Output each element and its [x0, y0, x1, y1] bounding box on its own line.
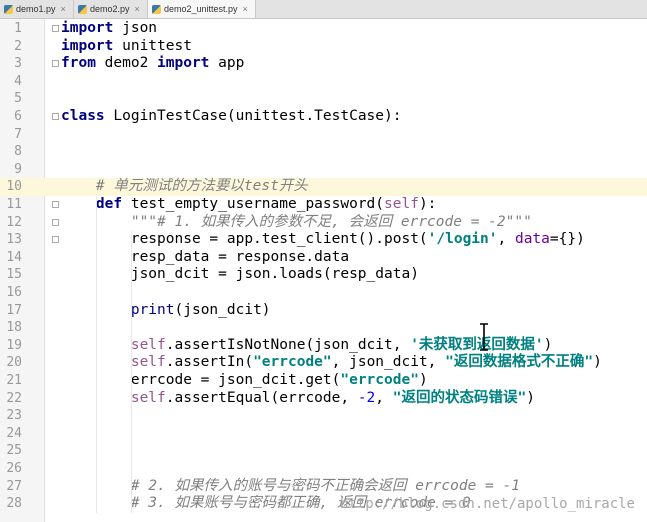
line-number: 16 — [6, 285, 22, 300]
text-cursor-icon — [480, 323, 488, 351]
line-number: 1 — [14, 21, 22, 36]
tab-label: demo1.py — [16, 4, 56, 14]
editor-tab-bar: demo1.py × demo2.py × demo2_unittest.py … — [0, 0, 647, 19]
line-number: 22 — [6, 390, 22, 406]
code-text[interactable]: import unittest — [61, 38, 192, 56]
code-line[interactable]: 17 print(json_dcit) — [0, 302, 647, 320]
fold-icon[interactable] — [52, 113, 59, 120]
line-number: 19 — [6, 337, 22, 353]
tab-demo1[interactable]: demo1.py × — [0, 0, 74, 18]
line-number: 2 — [14, 38, 22, 54]
tab-demo2[interactable]: demo2.py × — [74, 0, 148, 18]
code-line[interactable]: 12 """# 1. 如果传入的参数不足, 会返回 errcode = -2""… — [0, 214, 647, 232]
code-line[interactable]: 11 def test_empty_username_password(self… — [0, 196, 647, 214]
watermark: http://blog.csdn.net/apollo_miracle — [339, 496, 635, 512]
line-number: 14 — [6, 249, 22, 265]
line-number: 6 — [14, 109, 22, 124]
python-file-icon — [78, 4, 87, 14]
line-number: 12 — [6, 214, 22, 230]
line-number: 26 — [6, 461, 22, 476]
code-line[interactable]: 16 — [0, 284, 647, 302]
close-tab-icon[interactable]: × — [135, 4, 140, 14]
line-number: 5 — [14, 91, 22, 107]
line-number: 15 — [6, 267, 22, 283]
line-number: 21 — [6, 373, 22, 388]
code-line[interactable]: 14 resp_data = response.data — [0, 249, 647, 267]
line-number: 10 — [6, 179, 22, 195]
code-line[interactable]: 9 — [0, 161, 647, 179]
fold-icon[interactable] — [52, 218, 59, 226]
code-text[interactable]: # 单元测试的方法要以test开头 — [61, 178, 308, 196]
code-line[interactable]: 2 import unittest — [0, 38, 647, 56]
close-tab-icon[interactable]: × — [243, 4, 248, 14]
line-number: 17 — [6, 302, 22, 318]
line-number: 25 — [6, 443, 22, 459]
line-number: 18 — [6, 320, 22, 336]
code-line[interactable]: 27 # 2. 如果传入的账号与密码不正确会返回 errcode = -1 — [0, 478, 647, 496]
code-line[interactable]: 13 response = app.test_client().post('/l… — [0, 231, 647, 249]
code-text[interactable]: resp_data = response.data — [61, 249, 349, 267]
code-text[interactable]: self.assertIn("errcode", json_dcit, "返回数… — [61, 354, 602, 372]
python-file-icon — [4, 4, 13, 14]
code-text[interactable]: """# 1. 如果传入的参数不足, 会返回 errcode = -2""" — [61, 214, 532, 232]
code-line[interactable]: 18 — [0, 319, 647, 337]
code-line[interactable]: 15 json_dcit = json.loads(resp_data) — [0, 266, 647, 284]
code-line[interactable]: 6 class LoginTestCase(unittest.TestCase): — [0, 108, 647, 126]
code-line[interactable]: 1 import json — [0, 20, 647, 38]
code-text[interactable]: self.assertEqual(errcode, -2, "返回的状态码错误"… — [61, 390, 535, 408]
code-text[interactable]: from demo2 import app — [61, 55, 244, 73]
code-line[interactable]: 4 — [0, 73, 647, 91]
indent-guide — [96, 196, 97, 513]
indent-guide — [131, 231, 132, 513]
code-text[interactable]: # 2. 如果传入的账号与密码不正确会返回 errcode = -1 — [61, 478, 520, 496]
tab-label: demo2.py — [90, 4, 130, 14]
line-number: 3 — [14, 56, 22, 72]
line-number: 27 — [6, 478, 22, 494]
line-number: 24 — [6, 425, 22, 441]
code-line[interactable]: 20 self.assertIn("errcode", json_dcit, "… — [0, 354, 647, 372]
code-editor[interactable]: 1 import json 2 import unittest 3 from demo2 … — [0, 19, 647, 522]
line-number: 13 — [6, 232, 22, 248]
fold-icon[interactable] — [52, 236, 59, 244]
close-tab-icon[interactable]: × — [61, 4, 66, 14]
line-number: 7 — [14, 126, 22, 142]
tab-label: demo2_unittest.py — [164, 4, 238, 14]
python-file-icon — [152, 4, 161, 14]
code-line[interactable]: 24 — [0, 425, 647, 443]
line-number: 8 — [14, 144, 22, 160]
code-text[interactable]: class LoginTestCase(unittest.TestCase): — [61, 108, 401, 126]
code-line[interactable]: 25 — [0, 442, 647, 460]
line-number: 4 — [14, 73, 22, 89]
code-line[interactable]: 22 self.assertEqual(errcode, -2, "返回的状态码… — [0, 390, 647, 408]
code-line[interactable]: 19 self.assertIsNotNone(json_dcit, '未获取到… — [0, 337, 647, 355]
line-number: 11 — [6, 197, 22, 212]
line-number: 20 — [6, 355, 22, 371]
code-text[interactable]: import json — [61, 20, 157, 38]
code-line[interactable]: 5 — [0, 90, 647, 108]
line-number: 28 — [6, 496, 22, 512]
code-line[interactable]: 21 errcode = json_dcit.get("errcode") — [0, 372, 647, 390]
code-line[interactable]: 3 from demo2 import app — [0, 55, 647, 73]
code-text[interactable]: errcode = json_dcit.get("errcode") — [61, 372, 428, 390]
code-line[interactable]: 26 — [0, 460, 647, 478]
code-line[interactable]: 10 # 单元测试的方法要以test开头 — [0, 178, 647, 196]
fold-icon[interactable] — [52, 201, 59, 208]
fold-icon[interactable] — [52, 60, 59, 68]
code-text[interactable]: json_dcit = json.loads(resp_data) — [61, 266, 419, 284]
code-text[interactable]: response = app.test_client().post('/logi… — [61, 231, 585, 249]
fold-icon[interactable] — [52, 25, 59, 32]
code-line[interactable]: 7 — [0, 126, 647, 144]
code-text[interactable]: print(json_dcit) — [61, 302, 271, 320]
code-line[interactable]: 23 — [0, 407, 647, 425]
tab-demo2-unittest[interactable]: demo2_unittest.py × — [148, 0, 256, 18]
line-number: 23 — [6, 408, 22, 424]
code-text[interactable]: def test_empty_username_password(self): — [61, 196, 437, 214]
code-line[interactable]: 8 — [0, 143, 647, 161]
line-number: 9 — [14, 161, 22, 177]
